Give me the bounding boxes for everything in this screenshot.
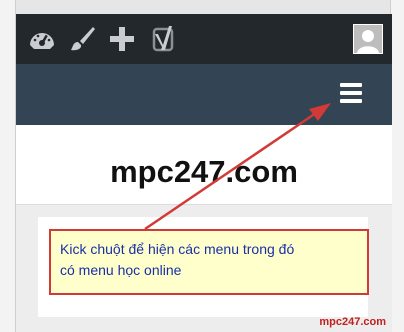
site-header bbox=[16, 64, 392, 125]
page-frame-right bbox=[390, 0, 404, 332]
page-frame-left bbox=[0, 0, 16, 332]
user-avatar[interactable] bbox=[353, 24, 383, 54]
customize-brush-icon[interactable] bbox=[68, 25, 96, 53]
yoast-seo-icon[interactable] bbox=[150, 25, 178, 53]
hamburger-menu-icon[interactable] bbox=[340, 83, 362, 103]
site-branding: mpc247.com bbox=[16, 125, 392, 205]
plus-icon[interactable] bbox=[108, 25, 136, 53]
avatar-silhouette-icon bbox=[354, 25, 382, 53]
admin-bar bbox=[16, 14, 392, 64]
dashboard-icon[interactable] bbox=[28, 25, 56, 53]
annotation-line-1: Kick chuột để hiện các menu trong đó bbox=[60, 241, 295, 257]
site-title[interactable]: mpc247.com bbox=[16, 155, 392, 189]
annotation-callout: Kick chuột để hiện các menu trong đó có … bbox=[49, 229, 369, 295]
annotation-line-2: có menu học online bbox=[60, 262, 182, 278]
watermark-text: mpc247.com bbox=[319, 316, 386, 328]
